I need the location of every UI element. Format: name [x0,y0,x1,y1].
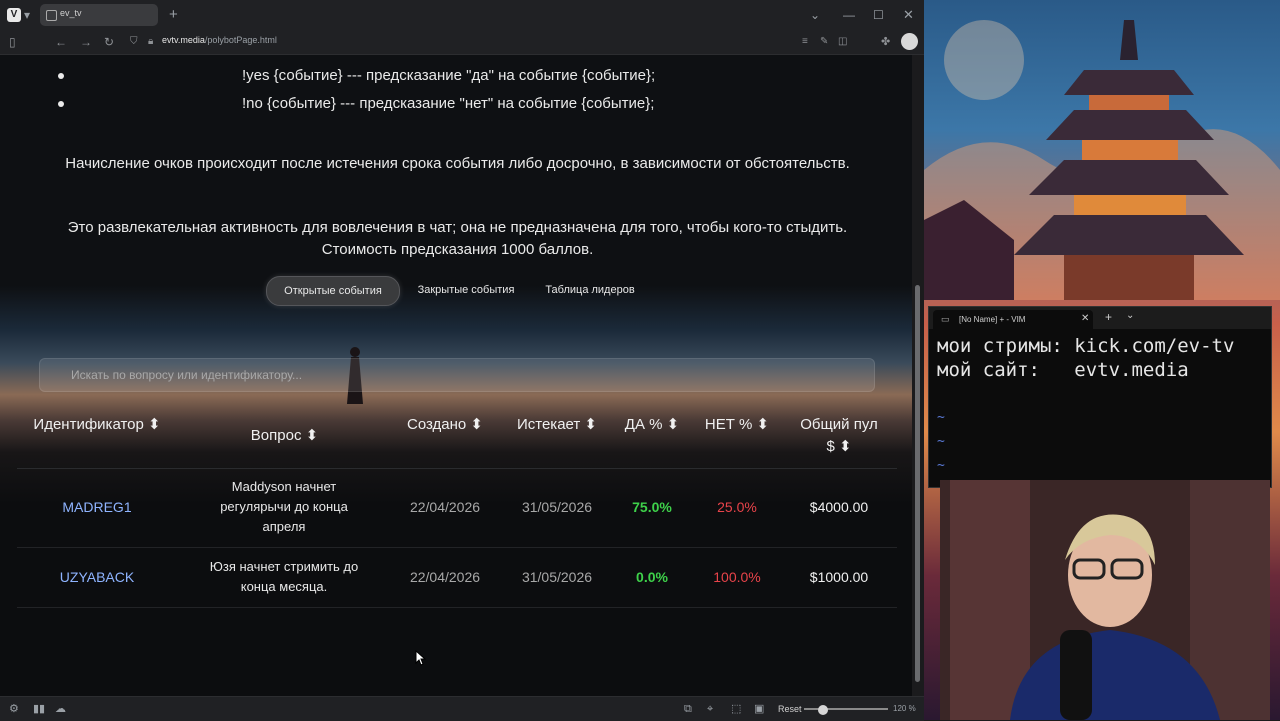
event-no-percent: 25.0% [717,499,757,515]
page-viewport: !yes {событие} --- предсказание "да" на … [0,55,912,696]
col-header-created[interactable]: Создано ⬍ [395,414,495,436]
event-question: Юзя начнет стримить до конца месяца. [209,559,359,594]
tab-title: ev_tv [60,8,82,18]
vim-empty-line: ~ [937,458,945,473]
reader-icon[interactable]: ≡ [802,30,808,54]
maximize-icon[interactable]: ☐ [873,0,884,30]
bullet-icon [58,73,64,79]
address-bar-row: ▯ ← → ↻ ⛉ 🔒︎ evtv.media/polybotPage.html… [0,30,924,55]
col-header-id[interactable]: Идентификатор ⬍ [17,414,177,436]
browser-tab[interactable]: ev_tv [40,4,158,26]
screenshot-icon[interactable]: ⌖ [707,697,713,721]
zoom-reset-button[interactable]: Reset [778,697,802,721]
event-yes-percent: 0.0% [636,569,668,585]
table-row[interactable]: MADREG1 Maddyson начнет регулярычи до ко… [17,469,897,548]
extensions-icon[interactable]: ✤ [881,30,890,54]
address-path: /polybotPage.html [204,35,277,45]
webcam-overlay [940,480,1270,720]
profile-avatar[interactable] [901,33,918,50]
reload-icon[interactable]: ↻ [104,30,114,54]
tab-bar: V ▾ ev_tv + ⌄ — ☐ ✕ [0,0,924,30]
col-header-expires[interactable]: Истекает ⬍ [507,414,607,436]
event-created: 22/04/2026 [409,569,481,585]
col-header-no[interactable]: НЕТ % ⬍ [697,414,777,436]
streamer-webcam-image [940,480,1270,720]
vim-empty-line: ~ [937,410,945,425]
address-host: evtv.media [162,35,205,45]
event-question: Maddyson начнет регулярычи до конца апре… [220,479,348,534]
col-header-yes[interactable]: ДА % ⬍ [617,414,687,436]
scoring-description: Начисление очков происходит после истече… [65,155,850,172]
browser-window: V ▾ ev_tv + ⌄ — ☐ ✕ ▯ ← → ↻ ⛉ 🔒︎ evtv.me… [0,0,924,721]
chevron-down-icon[interactable]: ⌄ [1126,310,1134,321]
command-text: !yes {событие} --- предсказание "да" на … [242,67,656,84]
col-header-question[interactable]: Вопрос ⬍ [192,425,377,447]
disclaimer-description: Это развлекательная активность для вовле… [67,219,848,258]
search-placeholder: Искать по вопросу или идентификатору... [71,368,303,382]
zoom-slider-knob[interactable] [818,705,828,715]
terminal-icon: ▭ [941,314,950,324]
event-created: 22/04/2026 [409,499,481,515]
table-row[interactable]: UZYABACK Юзя начнет стримить до конца ме… [17,547,897,608]
panel-toggle-icon[interactable]: ▯ [9,30,16,54]
images-icon[interactable]: ▣ [754,697,764,721]
page-actions-icon[interactable]: ⬚ [731,697,741,721]
vim-window: ▭ [No Name] + - VIM ✕ + ⌄ мои стримы: ki… [928,306,1272,488]
forward-icon[interactable]: → [80,30,92,54]
tools-icon[interactable]: ✎ [820,30,828,54]
lock-icon: 🔒︎ [148,36,154,47]
scrollbar-thumb[interactable] [915,285,920,682]
status-bar: ⚙ ▮▮ ☁ ⧉ ⌖ ⬚ ▣ Reset 120 % [0,696,924,721]
vim-empty-line: ~ [937,434,945,449]
vim-text-line: мои стримы: kick.com/ev-tv [937,335,1235,357]
tab-closed-events[interactable]: Закрытые события [408,276,524,304]
tab-list-icon[interactable]: ⌄ [810,0,820,30]
chevron-down-icon[interactable]: ▾ [24,0,30,30]
bookmark-icon[interactable]: ◫ [838,30,847,54]
zoom-level: 120 % [893,704,916,713]
cloud-icon[interactable]: ☁ [55,697,66,721]
event-id[interactable]: UZYABACK [17,567,177,587]
page-favicon-icon [46,10,57,21]
new-tab-icon[interactable]: + [1105,310,1112,324]
zoom-slider[interactable] [804,708,888,710]
tile-icon[interactable]: ▮▮ [33,697,45,721]
events-table-header: Идентификатор ⬍ Вопрос ⬍ Создано ⬍ Истек… [17,412,897,469]
vim-text-line: мой сайт: evtv.media [937,359,1189,381]
event-no-percent: 100.0% [713,569,761,585]
event-yes-percent: 75.0% [632,499,672,515]
event-expires: 31/05/2026 [521,569,593,585]
event-pool: $4000.00 [809,499,869,515]
bullet-icon [58,101,64,107]
shield-icon[interactable]: ⛉ [130,30,138,54]
settings-icon[interactable]: ⚙ [9,697,19,721]
vim-tab-title: [No Name] + - VIM [959,315,1026,324]
vim-titlebar: ▭ [No Name] + - VIM ✕ + ⌄ [929,307,1271,329]
capture-icon[interactable]: ⧉ [684,697,692,721]
mouse-cursor-icon [415,650,427,666]
close-icon[interactable]: ✕ [1081,313,1089,324]
address-field[interactable]: evtv.media/polybotPage.html [162,35,277,45]
event-id[interactable]: MADREG1 [17,497,177,517]
back-icon[interactable]: ← [55,30,67,54]
tab-leaderboard[interactable]: Таблица лидеров [534,276,646,304]
new-tab-icon[interactable]: + [169,0,178,30]
search-input[interactable]: Искать по вопросу или идентификатору... [39,358,875,392]
vim-tab[interactable]: ▭ [No Name] + - VIM ✕ [933,310,1093,329]
close-icon[interactable]: ✕ [903,0,914,30]
event-pool: $1000.00 [809,569,869,585]
event-expires: 31/05/2026 [521,499,593,515]
minimize-icon[interactable]: — [843,0,855,30]
col-header-pool[interactable]: Общий пул $ ⬍ [799,414,879,458]
command-text: !no {событие} --- предсказание "нет" на … [242,95,655,112]
browser-menu-icon[interactable]: V [7,8,21,22]
tab-open-events[interactable]: Открытые события [266,276,400,306]
